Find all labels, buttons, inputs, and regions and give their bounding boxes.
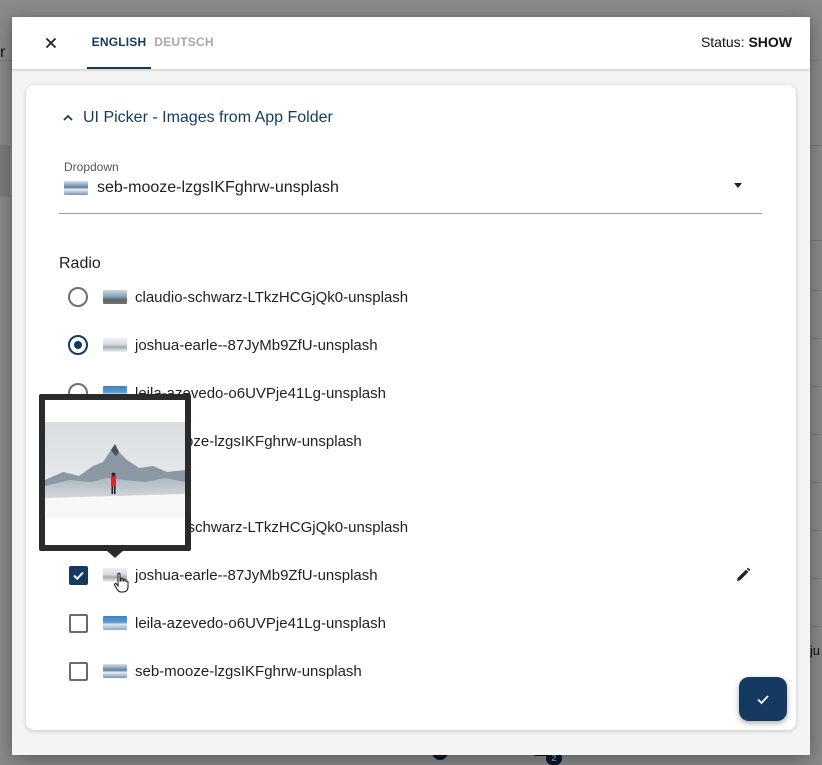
- save-button[interactable]: [739, 677, 787, 721]
- image-thumbnail: [103, 338, 127, 352]
- pencil-icon: [737, 567, 751, 581]
- image-preview: [45, 400, 185, 545]
- image-thumbnail: [103, 616, 127, 630]
- radio-group-label: Radio: [59, 255, 101, 272]
- section-title: UI Picker - Images from App Folder: [83, 109, 333, 126]
- status-value: SHOW: [748, 34, 792, 50]
- close-button[interactable]: [39, 31, 63, 55]
- dropdown-arrow-icon: [734, 183, 742, 188]
- radio-option[interactable]: joshua-earle--87JyMb9ZfU-unsplash: [59, 330, 378, 360]
- radio-option-label: joshua-earle--87JyMb9ZfU-unsplash: [135, 336, 378, 354]
- edit-button[interactable]: [733, 565, 753, 585]
- radio-option[interactable]: claudio-schwarz-LTkzHCGjQk0-unsplash: [59, 282, 408, 312]
- radio-button-selected[interactable]: [68, 335, 88, 355]
- checkbox[interactable]: [69, 613, 88, 633]
- image-preview-tooltip: [39, 394, 191, 551]
- edit-dialog: ENGLISH DEUTSCH Status: SHOW UI Picker -…: [12, 17, 810, 755]
- hand-cursor-icon: [113, 572, 129, 593]
- image-thumbnail: [103, 664, 127, 678]
- dialog-header: ENGLISH DEUTSCH Status: SHOW: [12, 17, 810, 69]
- checkbox-option[interactable]: joshua-earle--87JyMb9ZfU-unsplash: [59, 560, 378, 590]
- checkbox-option-label: seb-mooze-lzgsIKFghrw-unsplash: [135, 662, 362, 680]
- section-toggle[interactable]: UI Picker - Images from App Folder: [61, 106, 333, 130]
- image-dropdown[interactable]: seb-mooze-lzgsIKFghrw-unsplash: [59, 177, 762, 214]
- close-icon: [45, 37, 57, 49]
- checkbox-option-label: joshua-earle--87JyMb9ZfU-unsplash: [135, 566, 378, 584]
- chevron-up-icon: [63, 114, 73, 121]
- tab-english[interactable]: ENGLISH: [87, 17, 151, 69]
- radio-option-label: claudio-schwarz-LTkzHCGjQk0-unsplash: [135, 288, 409, 306]
- status-indicator: Status: SHOW: [701, 34, 792, 50]
- check-icon: [757, 695, 769, 705]
- dropdown-value: seb-mooze-lzgsIKFghrw-unsplash: [97, 179, 339, 196]
- checkbox[interactable]: [69, 661, 88, 681]
- image-thumbnail: [103, 290, 127, 304]
- checkbox-option[interactable]: leila-azevedo-o6UVPje41Lg-unsplash: [59, 608, 386, 638]
- checkmark-icon: [73, 571, 84, 580]
- image-thumbnail: [64, 181, 88, 195]
- radio-button[interactable]: [68, 287, 88, 307]
- checkbox-option-label: leila-azevedo-o6UVPje41Lg-unsplash: [135, 614, 386, 632]
- checkbox-checked[interactable]: [69, 565, 88, 585]
- tooltip-arrow: [106, 550, 124, 558]
- dropdown-label: Dropdown: [64, 160, 119, 174]
- tab-deutsch[interactable]: DEUTSCH: [152, 17, 216, 69]
- checkbox-option[interactable]: seb-mooze-lzgsIKFghrw-unsplash: [59, 656, 362, 686]
- status-label: Status:: [700, 34, 745, 50]
- mountain-image: [45, 422, 185, 518]
